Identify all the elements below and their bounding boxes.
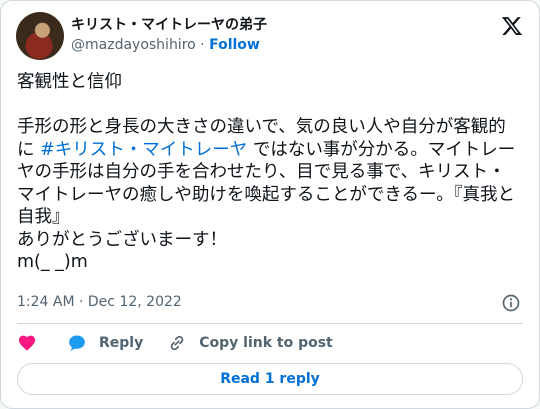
avatar[interactable]: [16, 12, 64, 60]
tweet-timestamp[interactable]: 1:24 AM · Dec 12, 2022: [17, 293, 182, 311]
copy-link-label: Copy link to post: [199, 335, 333, 351]
tweet-time: 1:24 AM: [17, 294, 75, 310]
action-bar: Reply Copy link to post: [17, 331, 357, 355]
author-handle[interactable]: @mazdayoshihiro: [71, 37, 196, 53]
reply-label: Reply: [99, 335, 144, 351]
read-replies-label: Read 1 reply: [220, 371, 320, 387]
divider: [17, 323, 523, 324]
read-replies-button[interactable]: Read 1 reply: [17, 363, 523, 395]
follow-button[interactable]: Follow: [209, 37, 260, 53]
tweet-text: 客観性と信仰 手形の形と身長の大きさの違いで、気の良い人や自分が客観的に #キリ…: [17, 71, 522, 274]
separator-dot: ·: [200, 37, 205, 53]
author-block: キリスト・マイトレーヤの弟子 @mazdayoshihiro · Follow: [71, 16, 267, 54]
like-button[interactable]: [17, 333, 37, 353]
tweet-date: Dec 12, 2022: [87, 294, 182, 310]
timestamp-separator: ·: [79, 294, 84, 310]
author-handle-line: @mazdayoshihiro · Follow: [71, 36, 267, 54]
reply-button[interactable]: Reply: [67, 333, 143, 353]
hashtag-link[interactable]: #キリスト・マイトレーヤ: [40, 140, 247, 160]
author-display-name[interactable]: キリスト・マイトレーヤの弟子: [71, 16, 267, 34]
link-icon: [170, 335, 184, 351]
copy-link-button[interactable]: Copy link to post: [167, 333, 333, 353]
heart-icon: [18, 335, 36, 351]
x-logo-icon[interactable]: [501, 15, 523, 37]
tweet-card: キリスト・マイトレーヤの弟子 @mazdayoshihiro · Follow …: [0, 0, 540, 409]
tweet-header: キリスト・マイトレーヤの弟子 @mazdayoshihiro · Follow: [16, 12, 524, 60]
info-icon[interactable]: [501, 293, 521, 313]
speech-bubble-icon: [69, 335, 85, 351]
